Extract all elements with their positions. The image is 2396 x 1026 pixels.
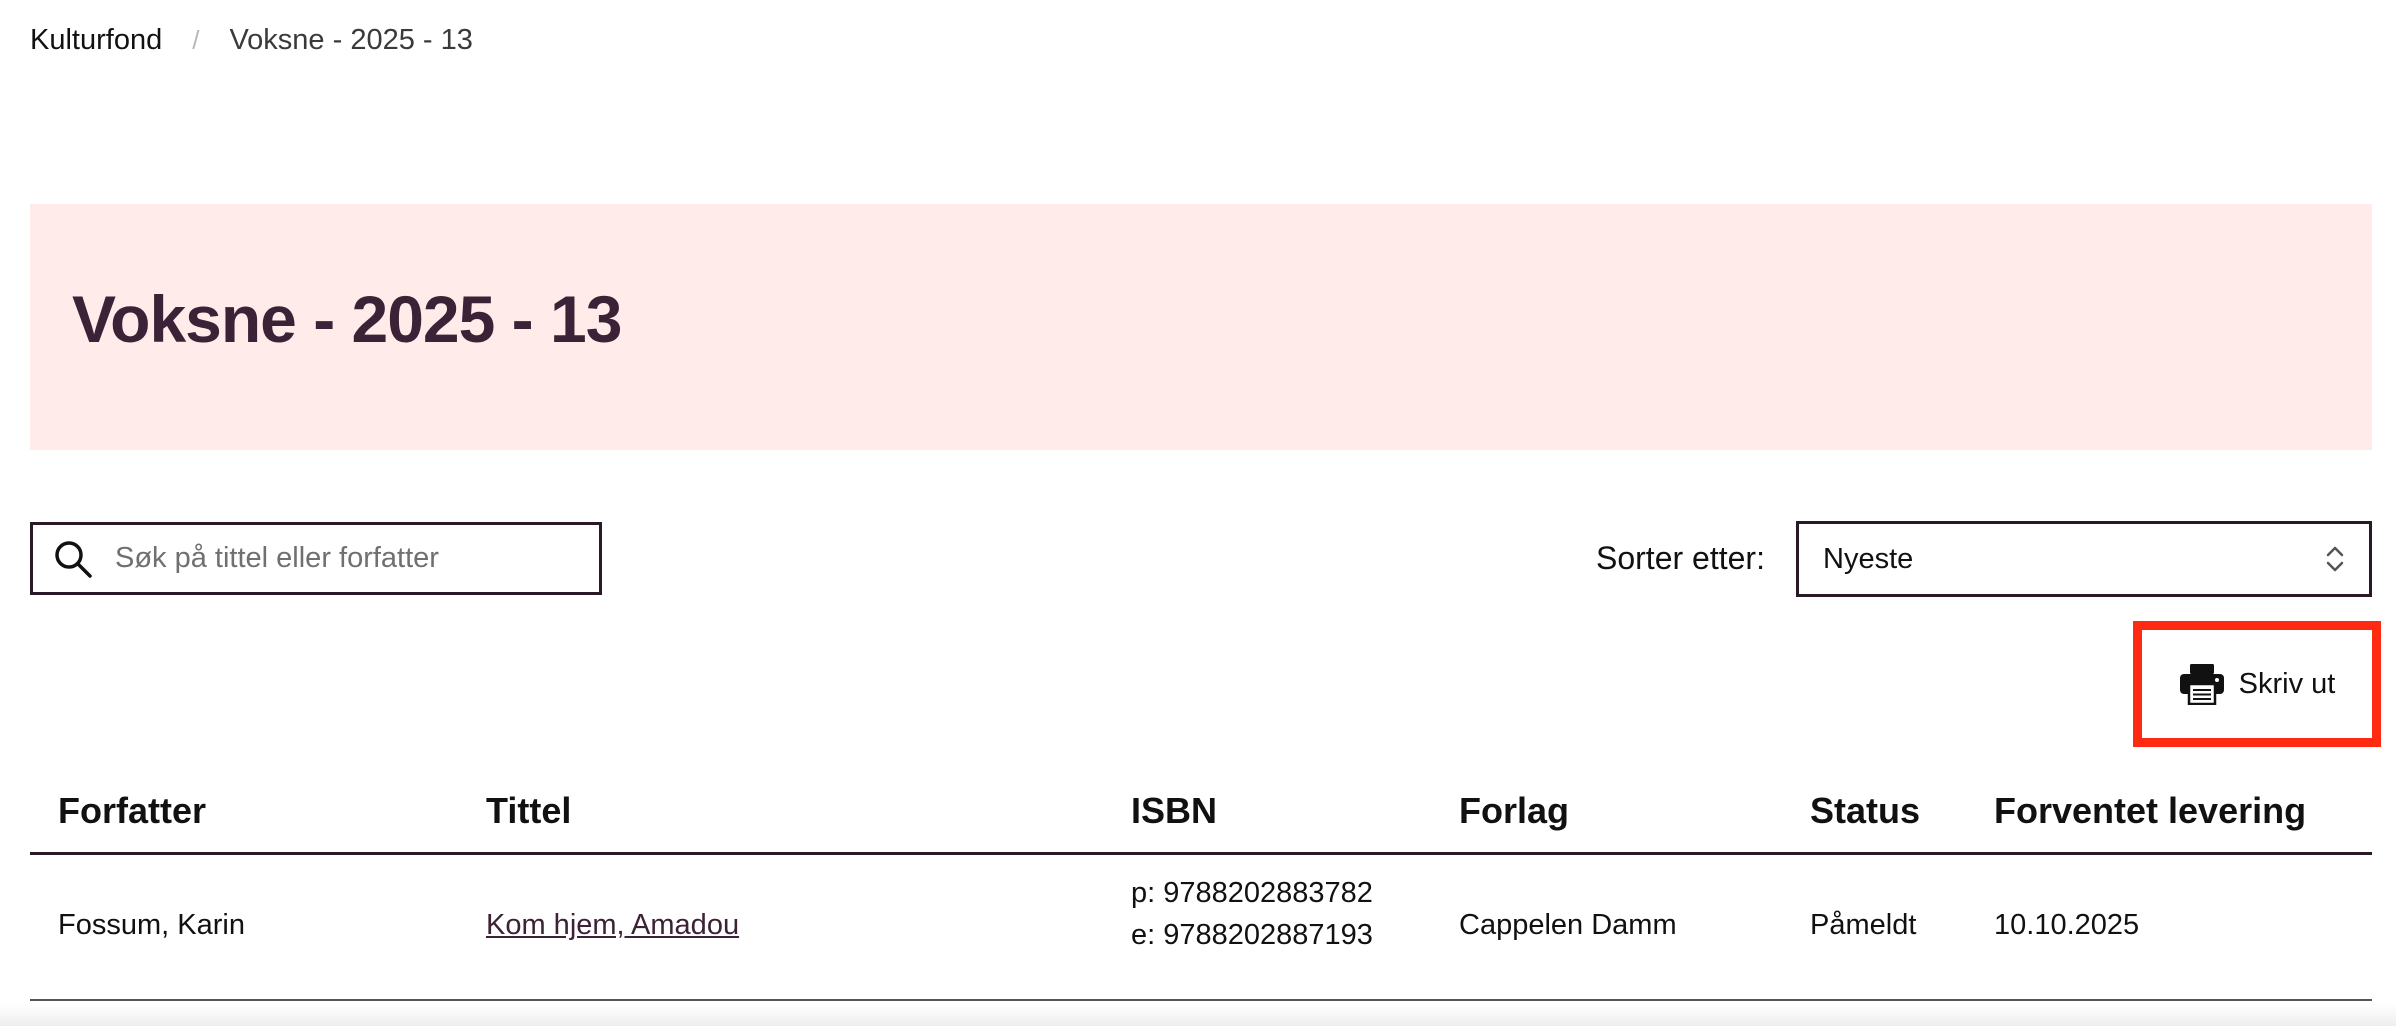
cell-publisher: Cappelen Damm: [1459, 909, 1677, 941]
column-header-title[interactable]: Tittel: [486, 790, 571, 832]
breadcrumb-current: Voksne - 2025 - 13: [229, 23, 473, 56]
page-title: Voksne - 2025 - 13: [72, 282, 622, 356]
column-header-delivery[interactable]: Forventet levering: [1994, 790, 2306, 832]
page: Kulturfond / Voksne - 2025 - 13 Voksne -…: [0, 0, 2396, 1026]
print-button-label: Skriv ut: [2238, 667, 2336, 700]
sort-label: Sorter etter:: [1596, 540, 1765, 576]
cell-isbn: p: 9788202883782 e: 9788202887193: [1131, 872, 1373, 956]
cell-author: Fossum, Karin: [58, 909, 245, 941]
page-header-banner: Voksne - 2025 - 13: [30, 204, 2372, 450]
breadcrumb-link-home[interactable]: Kulturfond: [30, 24, 162, 57]
column-header-status[interactable]: Status: [1810, 790, 1920, 832]
cell-status: Påmeldt: [1810, 909, 1917, 941]
search-box[interactable]: [30, 522, 602, 595]
column-header-author[interactable]: Forfatter: [58, 790, 206, 832]
book-title-link[interactable]: Kom hjem, Amadou: [486, 909, 739, 941]
isbn-print: p: 9788202883782: [1131, 877, 1373, 909]
table-row: Fossum, Karin Kom hjem, Amadou p: 978820…: [30, 855, 2372, 1001]
breadcrumb: Kulturfond / Voksne - 2025 - 13: [30, 22, 473, 58]
search-icon: [51, 537, 95, 581]
submissions-table: Forfatter Tittel ISBN Forlag Status Forv…: [30, 772, 2372, 1001]
print-button[interactable]: Skriv ut: [2133, 621, 2381, 747]
column-header-isbn[interactable]: ISBN: [1131, 790, 1217, 832]
isbn-ebook: e: 9788202887193: [1131, 919, 1373, 951]
cell-title: Kom hjem, Amadou: [486, 909, 739, 942]
breadcrumb-separator: /: [192, 24, 200, 55]
column-header-publisher[interactable]: Forlag: [1459, 790, 1569, 832]
search-input[interactable]: [113, 541, 599, 576]
chevron-up-down-icon: [2323, 541, 2347, 577]
cell-delivery: 10.10.2025: [1994, 909, 2140, 941]
printer-icon: [2179, 663, 2225, 705]
table-header: Forfatter Tittel ISBN Forlag Status Forv…: [30, 772, 2372, 855]
sort-select[interactable]: Nyeste: [1796, 521, 2372, 597]
scroll-fade: [0, 1004, 2396, 1026]
sort-selected-value: Nyeste: [1823, 542, 1914, 575]
